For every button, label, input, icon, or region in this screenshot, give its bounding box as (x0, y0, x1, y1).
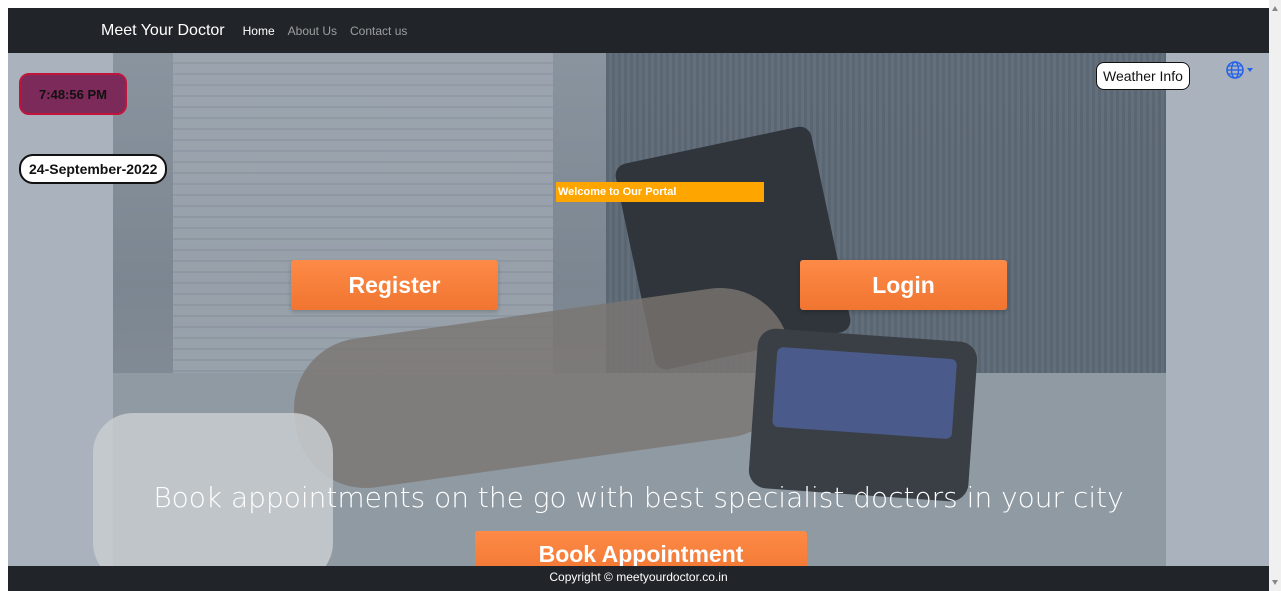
nav-links: Home About Us Contact us (243, 24, 421, 38)
page: Meet Your Doctor Home About Us Contact u… (0, 0, 1269, 591)
nav-link-about-us[interactable]: About Us (288, 24, 337, 38)
welcome-banner: Welcome to Our Portal (556, 182, 764, 202)
scroll-up-icon[interactable] (1272, 6, 1278, 11)
nav-link-contact-us[interactable]: Contact us (350, 24, 407, 38)
language-dropdown[interactable] (1226, 61, 1253, 79)
book-appointment-button[interactable]: Book Appointment (475, 531, 807, 566)
scroll-down-icon[interactable] (1272, 580, 1278, 585)
chevron-down-icon (1247, 68, 1253, 72)
globe-icon (1226, 61, 1244, 79)
footer: Copyright © meetyourdoctor.co.in (8, 566, 1269, 591)
brand-link[interactable]: Meet Your Doctor (101, 22, 225, 40)
weather-info-button[interactable]: Weather Info (1096, 62, 1190, 90)
login-button[interactable]: Login (800, 260, 1007, 310)
hero-tagline: Book appointments on the go with best sp… (153, 481, 1124, 514)
navbar: Meet Your Doctor Home About Us Contact u… (8, 8, 1269, 53)
nav-link-home[interactable]: Home (243, 24, 275, 38)
vertical-scrollbar[interactable] (1269, 0, 1281, 591)
clock-time-badge: 7:48:56 PM (19, 73, 127, 115)
hero-section: 7:48:56 PM 24-September-2022 Weather Inf… (8, 53, 1269, 566)
register-button[interactable]: Register (291, 260, 498, 310)
date-badge: 24-September-2022 (19, 154, 168, 184)
